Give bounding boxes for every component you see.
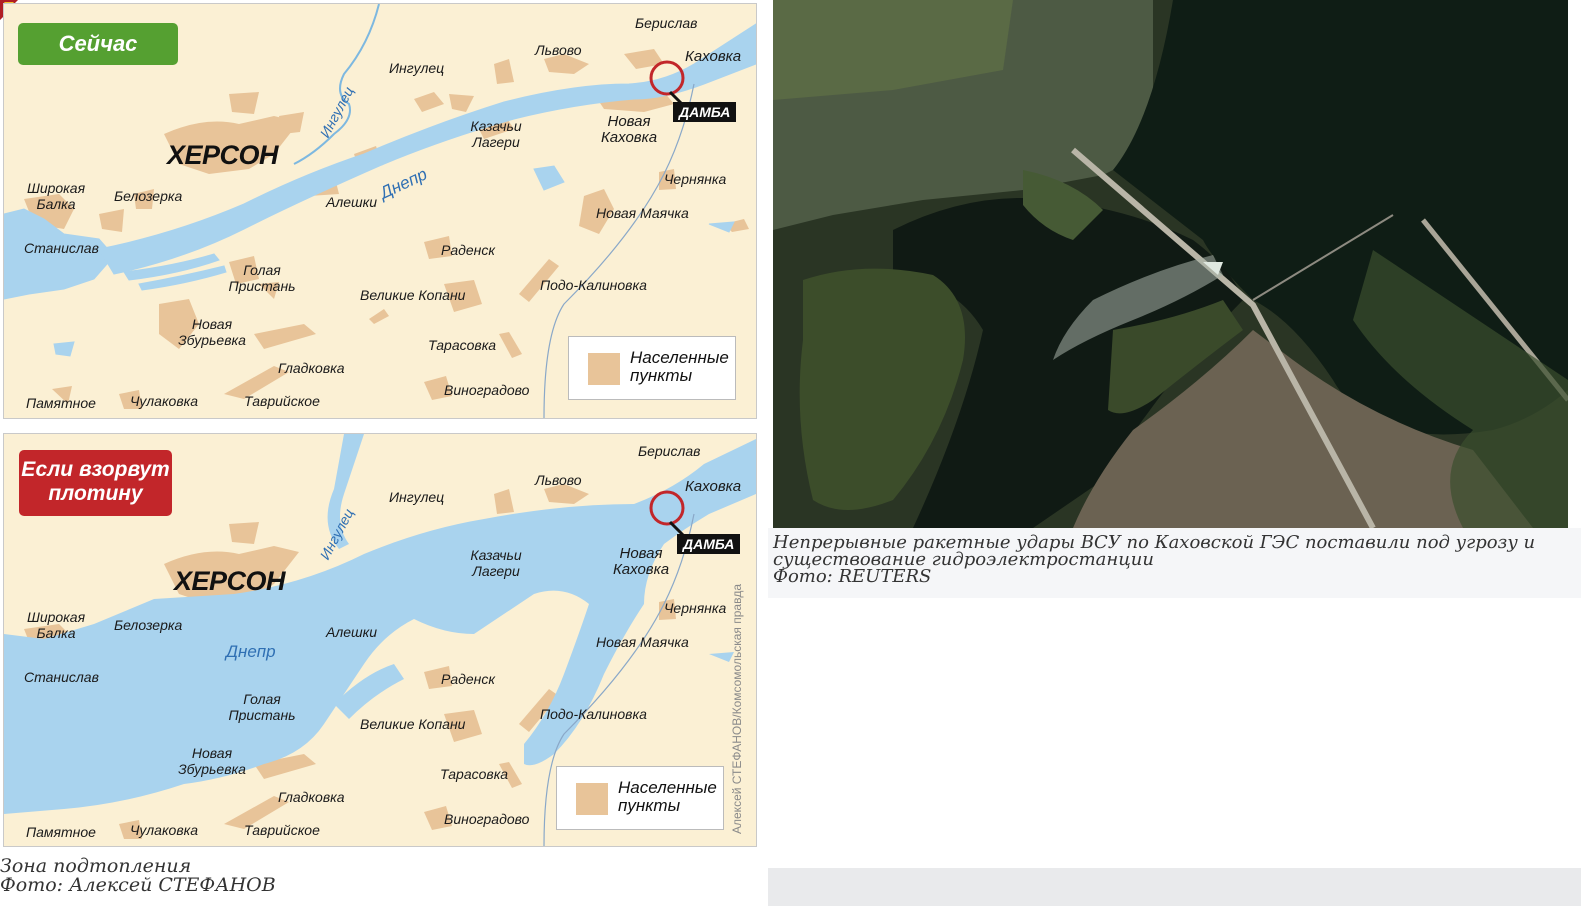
place-chernyanka: Чернянка [664,171,727,187]
place-golaya-flooded: Голая Пристань [228,691,296,723]
river-label-dnepr-flooded: Днепр [226,642,276,661]
photo-column: Непрерывные ракетные удары ВСУ по Каховс… [768,0,1581,906]
legend-label-line2-flooded: пункты [618,796,681,815]
place-shirokaya: Широкая Балка [26,180,86,212]
place-stanislav-flooded: Станислав [24,669,99,685]
dam-label: ДАМБА [673,102,737,122]
legend-swatch [588,353,620,385]
place-kazachi-flooded: Казачьи Лагери [470,547,522,579]
legend-swatch-flooded [576,783,608,815]
place-pamyatnoe-flooded: Памятное [26,824,96,840]
place-kazachi: Казачьи Лагери [470,118,522,150]
place-shirokaya-flooded: Широкая Балка [26,609,86,641]
place-chulakovka: Чулаковка [130,393,199,409]
place-chulakovka-flooded: Чулаковка [130,822,199,838]
place-vinogradovo: Виноградово [444,382,530,398]
caption-left-credit: Фото: Алексей СТЕФАНОВ [0,874,276,896]
place-ingulets: Ингулец [389,60,445,76]
place-podo: Подо-Калиновка [540,277,647,293]
bottom-bar [768,868,1581,906]
place-tarasovka: Тарасовка [428,337,497,353]
caption-right-credit: Фото: REUTERS [773,566,932,587]
place-zburyevka: Новая Збурьевка [178,316,246,348]
place-novaya-mayachka-flooded: Новая Маячка [596,634,689,650]
place-kakhovka: Каховка [685,48,742,65]
legend-label-line1: Населенные [630,348,729,367]
legend-label-line2: пункты [630,366,693,385]
status-badge-now: Сейчас [18,23,178,65]
place-podo-flooded: Подо-Калиновка [540,706,647,722]
place-kakhovka-flooded: Каховка [685,478,742,495]
place-chernyanka-flooded: Чернянка [664,600,727,616]
caption-right: Непрерывные ракетные удары ВСУ по Каховс… [773,534,1563,587]
map-flooded: Если взорвут плотину ХЕРСОН Днепр Ингуле… [3,433,757,847]
city-label-kherson: ХЕРСОН [167,140,279,170]
place-ingulets-flooded: Ингулец [389,489,445,505]
place-belozerka-flooded: Белозерка [114,617,183,633]
place-novaya-mayachka: Новая Маячка [596,205,689,221]
city-label-kherson-flooded: ХЕРСОН [174,566,286,596]
place-vinogradovo-flooded: Виноградово [444,811,530,827]
place-belozerka: Белозерка [114,188,183,204]
place-berislav-flooded: Берислав [638,443,701,459]
map-legend: Населенные пункты [568,336,736,400]
place-kopani-flooded: Великие Копани [360,716,466,732]
place-gladkovka: Гладковка [278,360,345,376]
place-tavriyskoe-flooded: Таврийское [244,822,320,838]
place-stanislav: Станислав [24,240,99,256]
satellite-photo-drawing [773,0,1568,528]
place-aleshki-flooded: Алешки [326,624,378,640]
place-nova-kakhovka-flooded: Новая Каховка [612,545,670,578]
place-tarasovka-flooded: Тарасовка [440,766,509,782]
dam-label-flooded: ДАМБА [677,534,741,554]
place-golaya: Голая Пристань [228,262,296,294]
place-radensk-flooded: Раденск [441,671,495,687]
place-tavriyskoe: Таврийское [244,393,320,409]
place-radensk: Раденск [441,242,495,258]
map-credit: Алексей СТЕФАНОВ/Комсомольская правда [730,584,744,834]
map-legend-flooded: Населенные пункты [556,766,724,830]
place-lvovo: Львово [535,42,582,58]
place-berislav: Берислав [635,15,698,31]
caption-left: Зона подтопления Фото: Алексей СТЕФАНОВ [0,857,760,895]
place-lvovo-flooded: Львово [535,472,582,488]
place-aleshki: Алешки [326,194,378,210]
map-current: Сейчас ХЕРСОН Днепр Ингулец ДАМБА Берисл… [3,3,757,419]
legend-label-line1-flooded: Населенные [618,778,717,797]
place-zburyevka-flooded: Новая Збурьевка [178,745,246,777]
status-badge-if: Если взорвут плотину [19,450,172,516]
place-kopani: Великие Копани [360,287,466,303]
satellite-photo [773,0,1568,528]
place-nova-kakhovka: Новая Каховка [600,113,658,146]
place-gladkovka-flooded: Гладковка [278,789,345,805]
place-pamyatnoe: Памятное [26,395,96,411]
